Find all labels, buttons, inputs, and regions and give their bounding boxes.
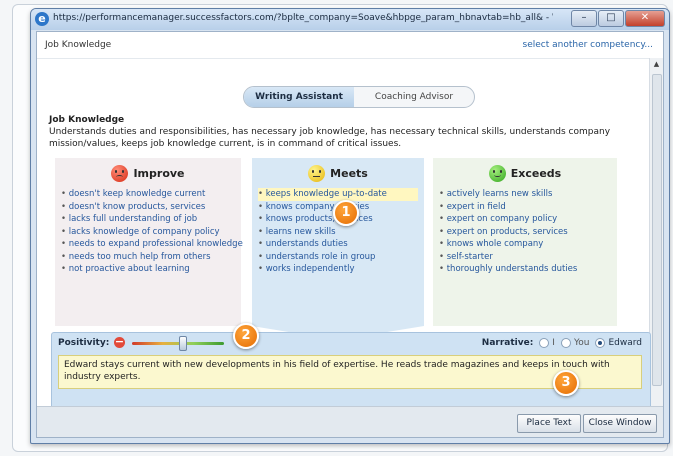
improve-list: doesn't keep knowledge current doesn't k… (55, 188, 243, 276)
exceeds-list: actively learns new skills expert in fie… (433, 188, 617, 276)
callout-2: 2 (233, 323, 259, 349)
list-item[interactable]: self-starter (439, 251, 617, 264)
improve-label: Improve (133, 166, 185, 180)
scroll-thumb[interactable] (652, 74, 662, 386)
sad-face-icon (111, 164, 129, 182)
competency-description: Understands duties and responsibilities,… (49, 127, 611, 149)
radio-icon[interactable] (539, 338, 550, 348)
minus-icon[interactable]: − (114, 336, 125, 348)
minimize-button[interactable]: – (571, 10, 597, 27)
positivity-label: Positivity: (58, 338, 110, 348)
radio-label: Edward (608, 338, 642, 348)
list-item[interactable]: needs to expand professional knowledge (61, 238, 243, 251)
maximize-button[interactable]: □ (598, 10, 624, 27)
list-item[interactable]: not proactive about learning (61, 263, 241, 276)
narrative-radio-edward[interactable]: Edward (595, 338, 642, 348)
tab-writing-assistant[interactable]: Writing Assistant (244, 87, 354, 107)
list-item[interactable]: learns new skills (258, 226, 424, 239)
list-item-selected[interactable]: keeps knowledge up-to-date (258, 188, 418, 201)
close-window-icon[interactable]: ✕ (625, 10, 665, 27)
exceeds-header: Exceeds (433, 158, 617, 188)
improve-column: Improve doesn't keep knowledge current d… (55, 158, 243, 326)
list-item[interactable]: lacks knowledge of company policy (61, 226, 241, 239)
list-item[interactable]: expert on products, services (439, 226, 617, 239)
list-item[interactable]: understands duties (258, 238, 424, 251)
window-title: https://performancemanager.successfactor… (53, 13, 553, 23)
title-bar: e https://performancemanager.successfact… (31, 9, 669, 30)
place-text-button[interactable]: Place Text (517, 414, 581, 433)
scroll-up-icon[interactable]: ▲ (650, 58, 663, 70)
callout-1: 1 (333, 200, 359, 226)
exceeds-column: Exceeds actively learns new skills exper… (433, 158, 617, 326)
meets-label: Meets (330, 166, 368, 180)
list-item[interactable]: lacks full understanding of job (61, 213, 241, 226)
select-another-competency-link[interactable]: select another competency... (523, 40, 653, 50)
competency-title: Job Knowledge (49, 115, 125, 125)
competency-header: Job Knowledge select another competency.… (37, 32, 663, 59)
list-item[interactable]: doesn't keep knowledge current (61, 188, 241, 201)
meets-column: Meets keeps knowledge up-to-date knows c… (252, 158, 424, 326)
list-item[interactable]: understands role in group (258, 251, 424, 264)
narrative-radio-i[interactable]: I (539, 338, 555, 348)
assistant-tabs: Writing Assistant Coaching Advisor (243, 86, 475, 108)
callout-3: 3 (553, 370, 579, 396)
narrative-label: Narrative: (481, 338, 534, 348)
improve-header: Improve (55, 158, 241, 188)
close-window-button[interactable]: Close Window (583, 414, 657, 433)
radio-label: I (552, 338, 555, 348)
vertical-scrollbar[interactable]: ▲ ▼ (649, 58, 663, 426)
meets-header: Meets (252, 158, 424, 188)
slider-handle[interactable] (178, 336, 187, 351)
rating-columns: Improve doesn't keep knowledge current d… (55, 158, 639, 340)
happy-face-icon (488, 164, 506, 182)
neutral-face-icon (308, 164, 326, 182)
list-item[interactable]: actively learns new skills (439, 188, 617, 201)
narrative-radio-you[interactable]: You (560, 338, 590, 348)
radio-selected-icon[interactable] (595, 338, 606, 348)
competency-intro: Job Knowledge Understands duties and res… (49, 114, 629, 150)
narrative-options: Narrative: I You Edward (482, 338, 642, 348)
radio-icon[interactable] (560, 338, 571, 348)
exceeds-label: Exceeds (510, 166, 562, 180)
list-item[interactable]: thoroughly understands duties (439, 263, 617, 276)
list-item[interactable]: expert in field (439, 201, 617, 214)
list-item[interactable]: needs too much help from others (61, 251, 241, 264)
list-item[interactable]: expert on company policy (439, 213, 617, 226)
radio-label: You (573, 338, 590, 348)
ie-logo-icon: e (35, 12, 49, 26)
tab-coaching-advisor[interactable]: Coaching Advisor (354, 87, 474, 107)
list-item[interactable]: works independently (258, 263, 424, 276)
list-item[interactable]: doesn't know products, services (61, 201, 241, 214)
button-bar: Place Text Close Window (37, 406, 663, 437)
list-item[interactable]: knows whole company (439, 238, 617, 251)
competency-name: Job Knowledge (45, 40, 112, 50)
